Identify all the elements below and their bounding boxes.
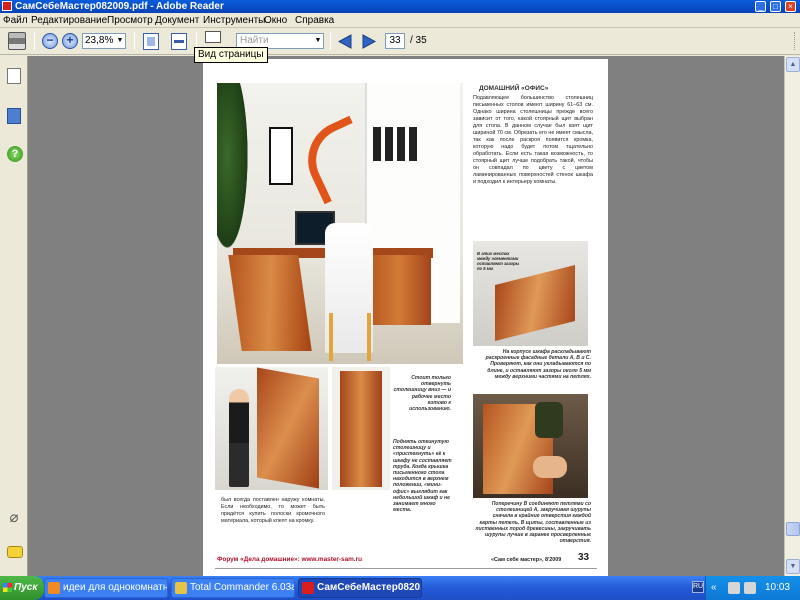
binder-image bbox=[397, 127, 405, 161]
board-image bbox=[495, 265, 575, 341]
minimize-button[interactable]: _ bbox=[755, 1, 766, 12]
zoom-value: 23,8% bbox=[85, 35, 114, 46]
maximize-button[interactable]: □ bbox=[770, 1, 781, 12]
menu-tools[interactable]: Инструменты bbox=[203, 13, 265, 28]
window-title: СамСебеМастер082009.pdf - Adobe Reader bbox=[15, 1, 224, 12]
scroll-thumb[interactable] bbox=[786, 522, 800, 536]
zoom-out-icon[interactable]: − bbox=[42, 33, 58, 49]
menu-bar: Файл Редактирование Просмотр Документ Ин… bbox=[0, 13, 800, 28]
total-commander-icon bbox=[175, 582, 187, 594]
language-indicator[interactable]: RU bbox=[692, 581, 704, 593]
taskbar-item-label: идеи для однокомнатн... bbox=[63, 582, 168, 593]
hand-image bbox=[533, 456, 567, 478]
fit-width-icon[interactable] bbox=[171, 33, 187, 50]
article-heading: ДОМАШНИЙ «ОФИС» bbox=[479, 85, 549, 92]
desk-leg-image bbox=[228, 255, 312, 351]
tooltip: Вид страницы bbox=[194, 47, 268, 63]
volume-icon[interactable] bbox=[744, 582, 756, 594]
tray-app-icon[interactable] bbox=[728, 582, 740, 594]
adobe-reader-icon bbox=[302, 582, 314, 594]
document-view[interactable]: ДОМАШНИЙ «ОФИС» Подавляющее большинство … bbox=[28, 56, 784, 576]
toolbar-separator bbox=[134, 32, 135, 50]
fit-page-icon[interactable] bbox=[143, 33, 159, 50]
plant-image bbox=[217, 83, 251, 263]
pdf-page: ДОМАШНИЙ «ОФИС» Подавляющее большинство … bbox=[203, 59, 608, 576]
caption-step-2: Поперечину В соединяют петлями со столеш… bbox=[475, 501, 591, 545]
menu-edit[interactable]: Редактирование bbox=[31, 13, 107, 28]
footer-divider bbox=[215, 568, 597, 569]
bookmarks-icon[interactable] bbox=[7, 108, 21, 124]
binder-image bbox=[373, 127, 381, 161]
photo-step-2 bbox=[473, 394, 588, 498]
menu-file[interactable]: Файл bbox=[3, 13, 28, 28]
vertical-scrollbar[interactable]: ▲ ▼ bbox=[784, 56, 800, 576]
menu-help[interactable]: Справка bbox=[295, 13, 334, 28]
page-number-input[interactable]: 33 bbox=[385, 33, 405, 49]
toolbar-separator bbox=[330, 32, 331, 50]
start-label: Пуск bbox=[14, 582, 38, 593]
desk-cabinet-image bbox=[367, 255, 431, 325]
taskbar-item-label: Total Commander 6.03a ... bbox=[190, 582, 295, 593]
help-icon[interactable]: ? bbox=[7, 146, 23, 162]
zoom-in-icon[interactable]: + bbox=[62, 33, 78, 49]
board-image bbox=[257, 367, 319, 489]
caption-step-1: На корпусе шкафа раскладывают раскроенны… bbox=[485, 349, 591, 380]
photo-desk bbox=[217, 83, 463, 364]
binder-image bbox=[385, 127, 393, 161]
taskbar-item-total-commander[interactable]: Total Commander 6.03a ... bbox=[171, 578, 295, 598]
photo-woman-folding bbox=[215, 367, 328, 490]
zoom-select[interactable]: 23,8% ▼ bbox=[82, 33, 126, 49]
photo-step-1: В этих местах между элементами оставляют… bbox=[473, 241, 588, 346]
firefox-icon bbox=[48, 582, 60, 594]
printer-icon[interactable] bbox=[8, 32, 26, 50]
title-bar[interactable]: СамСебеМастер082009.pdf - Adobe Reader _… bbox=[0, 0, 800, 13]
chair-leg-image bbox=[367, 313, 371, 361]
toolbar-separator bbox=[34, 32, 35, 50]
comments-icon[interactable] bbox=[7, 546, 23, 558]
previous-page-icon[interactable] bbox=[336, 33, 353, 50]
caption-folding: Стоит только отвернуть столешницу вниз —… bbox=[393, 375, 451, 413]
board-image bbox=[340, 371, 382, 487]
menu-window[interactable]: Окно bbox=[264, 13, 287, 28]
next-page-icon[interactable] bbox=[361, 33, 378, 50]
photo-label: В этих местах между элементами оставляют… bbox=[477, 251, 520, 271]
caption-folded: Поднять откинутую столешницу и «пристегн… bbox=[393, 439, 452, 514]
scroll-down-button[interactable]: ▼ bbox=[786, 559, 800, 574]
page-view-icon[interactable] bbox=[205, 31, 221, 43]
scroll-up-button[interactable]: ▲ bbox=[786, 57, 800, 72]
adobe-reader-icon bbox=[2, 1, 12, 11]
drill-image bbox=[535, 402, 563, 438]
toolbar-grip[interactable] bbox=[794, 32, 797, 50]
article-body-continued: был всегда поставлен наружу комнаты. Есл… bbox=[221, 497, 325, 524]
forum-link-text: Форум «Дела домашние»: www.master-sam.ru bbox=[217, 556, 362, 563]
binder-image bbox=[409, 127, 417, 161]
attachment-icon[interactable]: ⌀ bbox=[7, 508, 21, 526]
taskbar-item-label: СамСебеМастер0820... bbox=[317, 582, 422, 593]
menu-document[interactable]: Документ bbox=[155, 13, 199, 28]
woman-image bbox=[229, 389, 249, 487]
wall-art-image bbox=[269, 127, 293, 185]
article-body: Подавляющее большинство столешниц письме… bbox=[473, 95, 593, 185]
taskbar: Пуск идеи для однокомнатн... Total Comma… bbox=[0, 576, 800, 600]
system-tray: RU « 10:03 bbox=[692, 576, 800, 600]
chevron-down-icon[interactable]: ▼ bbox=[116, 35, 124, 47]
chevron-down-icon[interactable]: ▼ bbox=[314, 35, 322, 47]
photo-folded-desk bbox=[332, 367, 390, 490]
show-hidden-icons-icon[interactable]: « bbox=[711, 576, 717, 600]
page-total: / 35 bbox=[410, 35, 427, 46]
page-number: 33 bbox=[578, 552, 590, 563]
chair-leg-image bbox=[329, 313, 333, 361]
windows-flag-icon bbox=[3, 583, 12, 592]
taskbar-item-browser[interactable]: идеи для однокомнатн... bbox=[44, 578, 168, 598]
menu-view[interactable]: Просмотр bbox=[107, 13, 153, 28]
clock: 10:03 bbox=[764, 582, 790, 593]
issue-label: «Сам себе мастер», 8'2009 bbox=[491, 557, 562, 563]
navigation-panel: ? ⌀ bbox=[0, 56, 28, 576]
search-placeholder: Найти bbox=[240, 35, 269, 46]
close-button[interactable]: × bbox=[785, 1, 796, 12]
toolbar: − + 23,8% ▼ Найти ▼ 33 / 35 bbox=[0, 28, 800, 55]
pages-icon[interactable] bbox=[7, 68, 21, 84]
taskbar-item-adobe-reader[interactable]: СамСебеМастер0820... bbox=[298, 578, 422, 598]
start-button[interactable]: Пуск bbox=[0, 576, 44, 600]
